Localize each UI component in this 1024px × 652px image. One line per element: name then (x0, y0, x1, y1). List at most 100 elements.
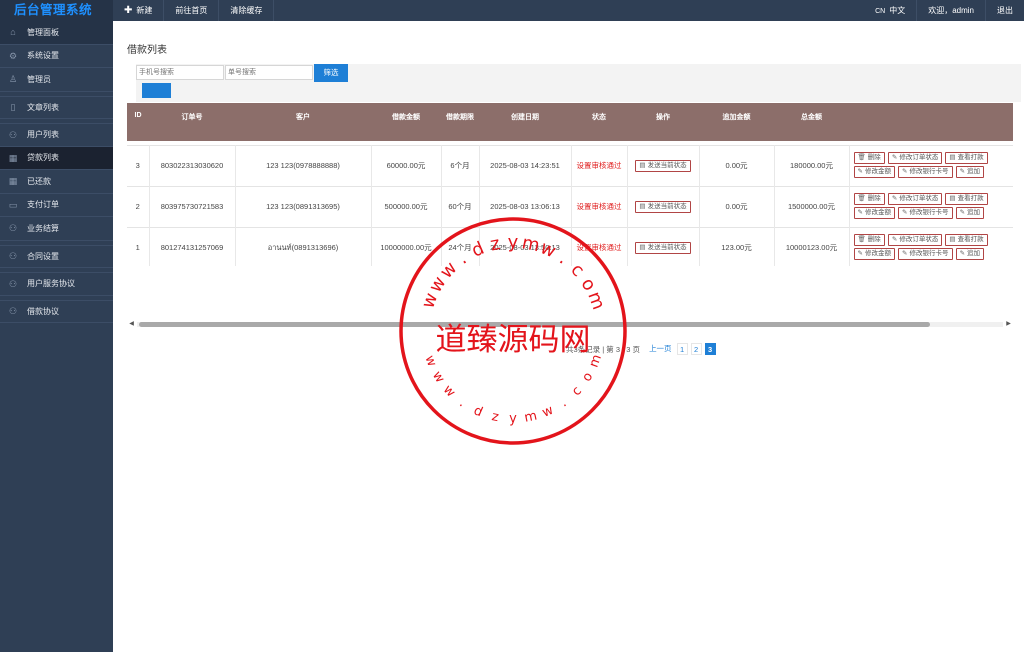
phone-search-input[interactable] (136, 65, 224, 80)
sidebar-item-users[interactable]: ⚇ 用户列表 (0, 123, 113, 147)
filter-button[interactable]: 筛选 (314, 64, 348, 82)
cell-status-link[interactable]: 设置审核通过 (571, 145, 628, 186)
user-icon: ♙ (8, 74, 18, 85)
view-payment-button[interactable]: ▤ 查看打款 (945, 151, 988, 164)
sidebar-item-payment-orders[interactable]: ▭ 支付订单 (0, 194, 113, 217)
file-icon: ▯ (10, 102, 16, 113)
sidebar-item-label: 贷款列表 (27, 153, 59, 163)
trash-icon: 🗑 (857, 153, 866, 161)
loan-table: ID 订单号 客户 借款金额 借款期限 创建日期 状态 操作 追加金额 总金额 … (127, 103, 1013, 266)
language-code: CN (875, 8, 886, 15)
edit-bank-card-button[interactable]: ✎ 修改银行卡号 (898, 165, 953, 178)
edit-status-label: 修改订单状态 (899, 194, 939, 202)
edit-amount-button[interactable]: ✎ 修改金额 (853, 247, 895, 260)
cell-term: 24个月 (441, 227, 480, 266)
cell-order-no: 801274131257069 (149, 227, 236, 266)
topbar: ✚ 新建 前往首页 清除缓存 CN 中文 欢迎，admin 退出 (113, 0, 1024, 21)
language-label: 中文 (889, 6, 906, 15)
card-icon: ▤ (949, 153, 956, 161)
card-icon: ▤ (949, 194, 956, 202)
send-status-button[interactable]: ▤ 发送当前状态 (635, 200, 691, 213)
language-switch[interactable]: CN 中文 (864, 0, 916, 21)
go-home-button[interactable]: 前往首页 (164, 0, 220, 21)
scroll-left-icon[interactable]: ◀ (127, 320, 136, 329)
append-button[interactable]: ✎ 追加 (955, 247, 985, 260)
delete-button[interactable]: 🗑 删除 (853, 233, 885, 246)
append-label: 追加 (967, 208, 981, 216)
cell-status-link[interactable]: 设置审核通过 (571, 227, 628, 266)
scrollbar-thumb[interactable] (139, 322, 930, 327)
edit-amount-label: 修改金额 (864, 167, 891, 175)
horizontal-scrollbar[interactable]: ◀ ▶ (127, 320, 1013, 329)
blank-action-button[interactable] (142, 83, 171, 98)
new-button[interactable]: ✚ 新建 (113, 0, 165, 21)
cell-amount: 500000.00元 (371, 186, 442, 227)
sidebar-item-loan-agreement[interactable]: ⚇ 借款协议 (0, 299, 113, 323)
ops-line: 🗑 删除 ✎ 修改订单状态 ▤ 查看打款 (853, 151, 1014, 166)
send-status-button[interactable]: ▤ 发送当前状态 (635, 159, 691, 172)
page-link-3-current[interactable]: 3 (704, 343, 716, 355)
edit-bank-card-button[interactable]: ✎ 修改银行卡号 (898, 247, 953, 260)
edit-bank-card-button[interactable]: ✎ 修改银行卡号 (898, 206, 953, 219)
edit-order-status-button[interactable]: ✎ 修改订单状态 (887, 192, 943, 205)
grid-icon: ▦ (8, 152, 18, 163)
sidebar-item-system-settings[interactable]: ⚙ 系统设置 (0, 45, 113, 68)
clear-cache-button[interactable]: 清除缓存 (219, 0, 275, 21)
column-header-created: 创建日期 (511, 114, 539, 121)
delete-button[interactable]: 🗑 删除 (853, 192, 885, 205)
edit-icon: ✎ (857, 208, 863, 216)
sidebar-item-dashboard[interactable]: ⌂ 管理面板 (0, 21, 113, 45)
ops-line: 🗑 删除 ✎ 修改订单状态 ▤ 查看打款 (853, 233, 1014, 248)
logout-button[interactable]: 退出 (985, 0, 1024, 21)
column-header-total: 总金额 (801, 114, 822, 121)
view-print-label: 查看打款 (957, 235, 984, 243)
sidebar-item-repaid[interactable]: ▦ 已还款 (0, 170, 113, 194)
cell-ops: 🗑 删除 ✎ 修改订单状态 ▤ 查看打款 ✎ 修改金额 ✎ 修改银行卡号 ✎ 追加 (849, 227, 1013, 266)
send-status-button[interactable]: ▤ 发送当前状态 (635, 241, 691, 254)
cell-customer: 123 123(0891313695) (235, 186, 372, 227)
sidebar-item-loans[interactable]: ▦ 贷款列表 (0, 146, 113, 170)
sidebar-item-label: 借款协议 (27, 306, 59, 316)
cell-created: 2025-08-03 13:50:13 (479, 227, 572, 266)
users-icon: ⚇ (8, 129, 18, 140)
edit-amount-button[interactable]: ✎ 修改金额 (853, 206, 895, 219)
order-search-input[interactable] (225, 65, 313, 80)
sidebar-item-contract-settings[interactable]: ⚇ 合同设置 (0, 244, 113, 268)
edit-order-status-button[interactable]: ✎ 修改订单状态 (887, 233, 943, 246)
delete-label: 删除 (867, 153, 881, 161)
sidebar-item-settlement[interactable]: ⚇ 业务结算 (0, 217, 113, 241)
delete-button[interactable]: 🗑 删除 (853, 151, 885, 164)
scroll-right-icon[interactable]: ▶ (1004, 320, 1013, 329)
sidebar-item-label: 已还款 (27, 176, 51, 186)
page-link-1[interactable]: 1 (676, 343, 688, 355)
page-title: 借款列表 (127, 45, 167, 56)
sidebar-item-label: 支付订单 (27, 200, 59, 210)
append-button[interactable]: ✎ 追加 (955, 206, 985, 219)
append-label: 追加 (967, 249, 981, 257)
edit-amount-button[interactable]: ✎ 修改金额 (853, 165, 895, 178)
view-payment-button[interactable]: ▤ 查看打款 (945, 192, 988, 205)
sidebar-item-admin[interactable]: ♙ 管理员 (0, 68, 113, 92)
view-print-label: 查看打款 (957, 153, 984, 161)
plus-icon: ✚ (124, 5, 133, 16)
prev-page-link[interactable]: 上一页 (647, 343, 674, 355)
card-icon: ▤ (639, 243, 646, 251)
pagination-summary: 共3条记录 | 第 3 / 3 页 (566, 344, 641, 354)
sidebar-item-user-agreement[interactable]: ⚇ 用户服务协议 (0, 272, 113, 296)
scrollbar-track[interactable] (137, 322, 1003, 327)
sidebar-item-articles[interactable]: ▯ 文章列表 (0, 95, 113, 119)
page-link-2[interactable]: 2 (690, 343, 702, 355)
welcome-user[interactable]: 欢迎，admin (916, 0, 985, 21)
column-header-term: 借款期限 (446, 114, 474, 121)
view-payment-button[interactable]: ▤ 查看打款 (945, 233, 988, 246)
append-button[interactable]: ✎ 追加 (955, 165, 985, 178)
edit-icon: ✎ (902, 249, 908, 257)
home-icon: ⌂ (10, 27, 16, 38)
column-header-id: ID (134, 112, 142, 119)
cell-total: 1500000.00元 (774, 186, 850, 227)
edit-order-status-button[interactable]: ✎ 修改订单状态 (887, 151, 943, 164)
edit-amount-label: 修改金额 (864, 208, 891, 216)
edit-status-label: 修改订单状态 (899, 153, 939, 161)
edit-status-label: 修改订单状态 (899, 235, 939, 243)
cell-status-link[interactable]: 设置审核通过 (571, 186, 628, 227)
